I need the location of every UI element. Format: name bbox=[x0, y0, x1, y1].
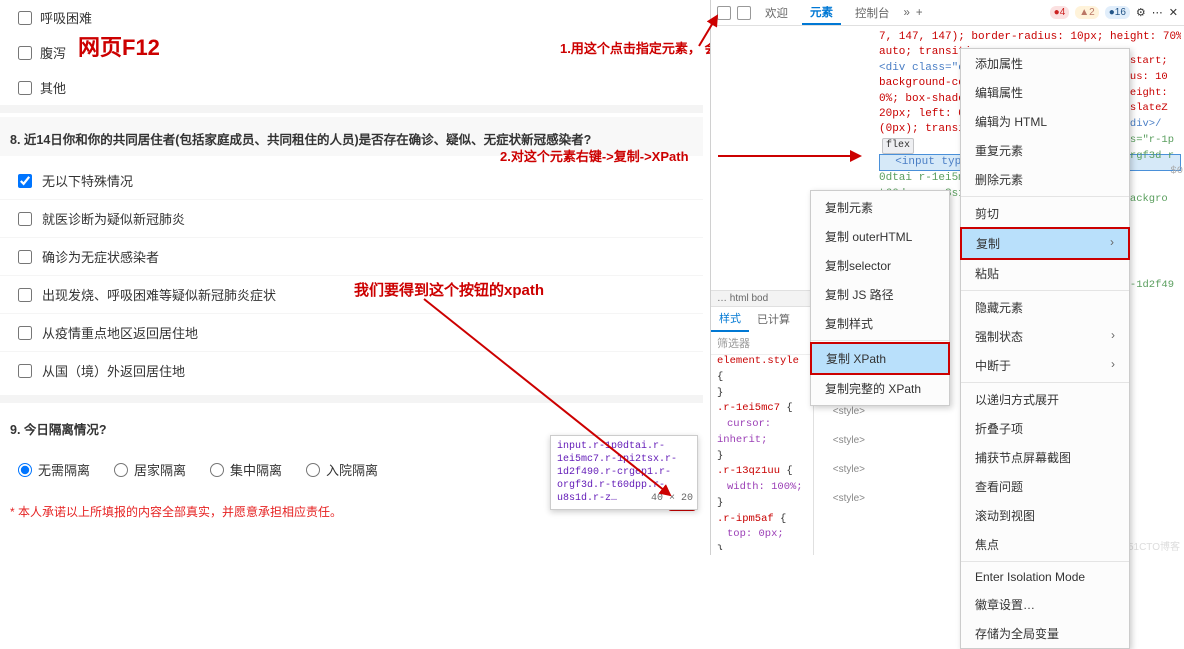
q8-option[interactable]: 无以下特殊情况 bbox=[0, 162, 703, 199]
annotation-caption: 我们要得到这个按钮的xpath bbox=[354, 280, 544, 301]
tab-computed[interactable]: 已计算 bbox=[749, 307, 798, 331]
option-label: 腹泻 bbox=[40, 43, 66, 62]
q8-option[interactable]: 出现发烧、呼吸困难等疑似新冠肺炎症状 bbox=[0, 275, 703, 313]
option-label: 出现发烧、呼吸困难等疑似新冠肺炎症状 bbox=[42, 285, 276, 304]
gear-icon[interactable]: ⚙ bbox=[1136, 6, 1146, 19]
ctx-item[interactable]: 添加属性 bbox=[961, 49, 1129, 78]
radio[interactable] bbox=[306, 463, 320, 477]
tab-elements[interactable]: 元素 bbox=[802, 1, 841, 25]
css-rules[interactable]: element.style {} .r-1ei5mc7 {cursor: inh… bbox=[711, 350, 813, 550]
q8-option[interactable]: 就医诊断为疑似新冠肺炎 bbox=[0, 199, 703, 237]
ctx-item[interactable]: 复制 JS 路径 bbox=[811, 280, 949, 309]
inspect-icon[interactable] bbox=[717, 6, 731, 20]
tab-console[interactable]: 控制台 bbox=[847, 2, 898, 24]
add-tab-icon[interactable]: + bbox=[916, 7, 923, 19]
flex-chip[interactable]: flex bbox=[882, 138, 914, 154]
option-label: 其他 bbox=[40, 78, 66, 97]
checkbox[interactable] bbox=[18, 212, 32, 226]
ctx-item[interactable]: 复制元素 bbox=[811, 193, 949, 222]
devtools-toolbar: 欢迎 元素 控制台 » + ●4 ▲2 ●16 ⚙ ⋯ ✕ bbox=[711, 0, 1184, 26]
checkbox[interactable] bbox=[18, 326, 32, 340]
ctx-item[interactable]: 以递归方式展开 bbox=[961, 385, 1129, 414]
ctx-item[interactable]: 折叠子项 bbox=[961, 414, 1129, 443]
ctx-item[interactable]: 查看问题 bbox=[961, 472, 1129, 501]
tab-welcome[interactable]: 欢迎 bbox=[757, 2, 796, 24]
styles-tabs: 样式 已计算 bbox=[711, 306, 811, 330]
q9-radio[interactable]: 无需隔离 bbox=[18, 460, 90, 479]
radio[interactable] bbox=[210, 463, 224, 477]
ctx-item[interactable]: 删除元素 bbox=[961, 165, 1129, 194]
context-menu-copy: 复制元素复制 outerHTML复制selector复制 JS 路径复制样式复制… bbox=[810, 190, 950, 406]
q9-radio[interactable]: 居家隔离 bbox=[114, 460, 186, 479]
ctx-item[interactable]: 复制 bbox=[960, 227, 1130, 260]
tab-styles[interactable]: 样式 bbox=[711, 306, 749, 332]
q9-radio[interactable]: 入院隔离 bbox=[306, 460, 378, 479]
option-label: 确诊为无症状感染者 bbox=[42, 247, 159, 266]
q8-option[interactable]: 从国（境）外返回居住地 bbox=[0, 351, 703, 389]
annotation-title: 网页F12 bbox=[78, 30, 160, 62]
ctx-item[interactable]: 复制 outerHTML bbox=[811, 222, 949, 251]
option-label: 呼吸困难 bbox=[40, 8, 92, 27]
ctx-item[interactable]: 存储为全局变量 bbox=[961, 619, 1129, 648]
radio[interactable] bbox=[18, 463, 32, 477]
ctx-item[interactable]: 重复元素 bbox=[961, 136, 1129, 165]
ctx-item[interactable]: 隐藏元素 bbox=[961, 293, 1129, 322]
q8-option[interactable]: 从疫情重点地区返回居住地 bbox=[0, 313, 703, 351]
ctx-item[interactable]: 复制 XPath bbox=[810, 342, 950, 375]
option-label: 无以下特殊情况 bbox=[42, 171, 133, 190]
q9-radio[interactable]: 集中隔离 bbox=[210, 460, 282, 479]
ctx-item[interactable]: 复制selector bbox=[811, 251, 949, 280]
q8-option[interactable]: 确诊为无症状感染者 bbox=[0, 237, 703, 275]
ctx-item[interactable]: 捕获节点屏幕截图 bbox=[961, 443, 1129, 472]
checkbox[interactable] bbox=[18, 364, 32, 378]
ctx-item[interactable]: 剪切 bbox=[961, 199, 1129, 228]
checkbox[interactable] bbox=[18, 46, 32, 60]
option-label: 从疫情重点地区返回居住地 bbox=[42, 323, 198, 342]
radio[interactable] bbox=[114, 463, 128, 477]
ctx-item[interactable]: 徽章设置… bbox=[961, 590, 1129, 619]
ctx-item[interactable]: 滚动到视图 bbox=[961, 501, 1129, 530]
ctx-item[interactable]: 编辑为 HTML bbox=[961, 107, 1129, 136]
annotation-step2: 2.对这个元素右键->复制->XPath bbox=[500, 148, 689, 166]
context-menu-main: 添加属性编辑属性编辑为 HTML重复元素删除元素剪切复制粘贴隐藏元素强制状态中断… bbox=[960, 48, 1130, 649]
checkbox[interactable] bbox=[18, 250, 32, 264]
ctx-item[interactable]: 复制样式 bbox=[811, 309, 949, 338]
warn-badge[interactable]: ▲2 bbox=[1075, 6, 1098, 19]
option-label: 就医诊断为疑似新冠肺炎 bbox=[42, 209, 185, 228]
error-badge[interactable]: ●4 bbox=[1050, 6, 1070, 19]
device-icon[interactable] bbox=[737, 6, 751, 20]
more-tabs-icon[interactable]: » bbox=[904, 7, 910, 19]
elements-breadcrumb[interactable]: … html bod bbox=[711, 290, 811, 306]
tooltip-dimensions: 40 × 20 bbox=[651, 492, 693, 505]
ctx-item[interactable]: 中断于 bbox=[961, 351, 1129, 380]
checkbox[interactable] bbox=[18, 11, 32, 25]
q7-option[interactable]: 其他 bbox=[0, 70, 703, 105]
element-tooltip: input.r-1p0dtai.r-1ei5mc7.r-1pi2tsx.r-1d… bbox=[550, 435, 698, 510]
ctx-item[interactable]: 强制状态 bbox=[961, 322, 1129, 351]
ctx-item[interactable]: 复制完整的 XPath bbox=[811, 374, 949, 403]
link-icon[interactable]: ⋯ bbox=[1152, 6, 1163, 19]
ctx-item[interactable]: 粘贴 bbox=[961, 259, 1129, 288]
checkbox[interactable] bbox=[18, 81, 32, 95]
ctx-item[interactable]: Enter Isolation Mode bbox=[961, 564, 1129, 590]
ctx-item[interactable]: 编辑属性 bbox=[961, 78, 1129, 107]
close-icon[interactable]: ✕ bbox=[1169, 6, 1178, 19]
checkbox[interactable] bbox=[18, 288, 32, 302]
info-badge[interactable]: ●16 bbox=[1105, 6, 1130, 19]
checkbox[interactable] bbox=[18, 174, 32, 188]
option-label: 从国（境）外返回居住地 bbox=[42, 361, 185, 380]
